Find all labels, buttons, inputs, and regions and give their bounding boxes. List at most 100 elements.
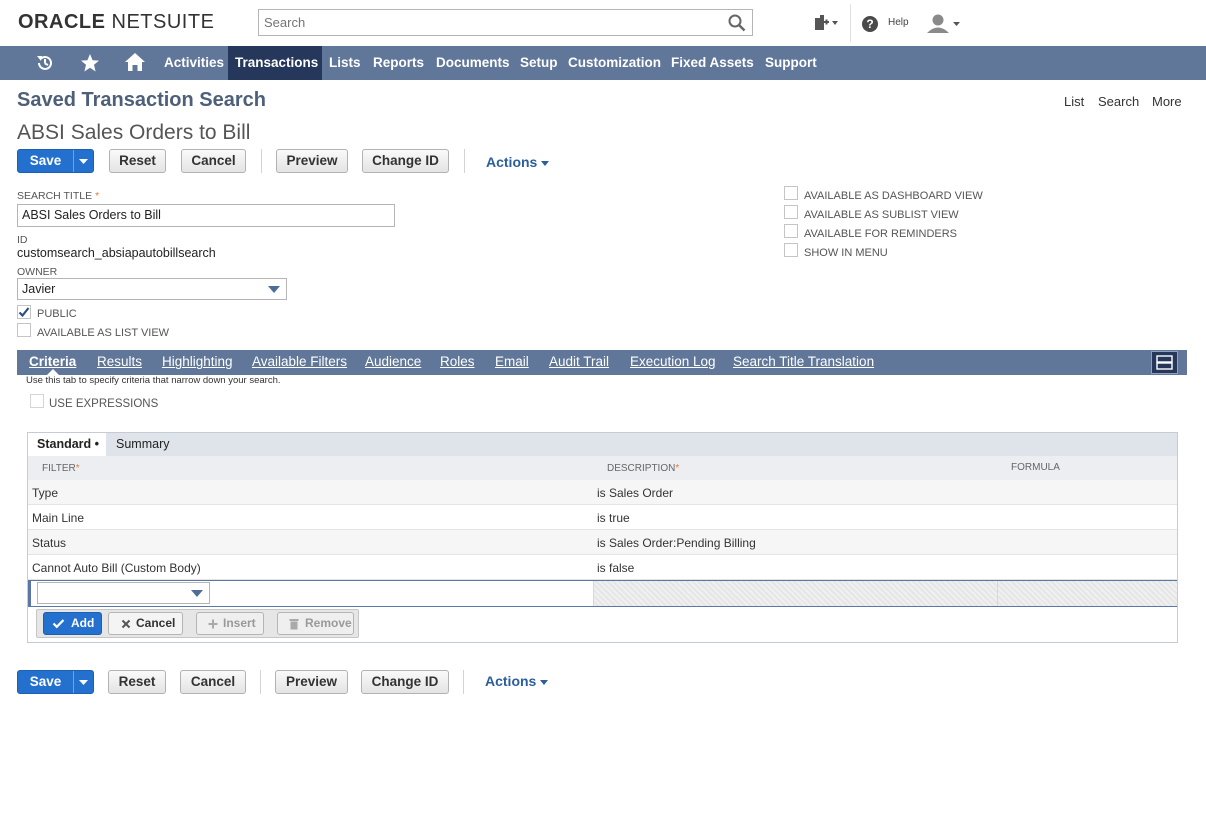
criteria-panel: Standard • Summary FILTER* DESCRIPTION* …: [27, 432, 1178, 643]
cancel-row-button[interactable]: Cancel: [108, 612, 183, 635]
chevron-down-icon: [268, 286, 280, 293]
nav-transactions[interactable]: Transactions: [228, 46, 322, 80]
link-search[interactable]: Search: [1098, 94, 1139, 109]
create-new-icon[interactable]: [813, 14, 839, 32]
tab-search-title-translation[interactable]: Search Title Translation: [733, 350, 874, 375]
description-cell: is Sales Order: [597, 486, 674, 500]
save-dropdown-arrow-icon[interactable]: [74, 671, 93, 693]
tab-audience[interactable]: Audience: [365, 350, 421, 375]
nav-customization[interactable]: Customization: [568, 46, 661, 80]
nav-lists[interactable]: Lists: [329, 46, 361, 80]
id-value: customsearch_absiapautobillsearch: [17, 246, 216, 260]
criteria-hint: Use this tab to specify criteria that na…: [26, 375, 281, 386]
filter-cell: Main Line: [32, 511, 85, 525]
save-button[interactable]: Save: [17, 149, 94, 173]
use-expressions-checkbox[interactable]: [30, 394, 44, 408]
global-search-input[interactable]: [259, 10, 719, 35]
nav-reports[interactable]: Reports: [373, 46, 424, 80]
list-view-checkbox[interactable]: [17, 323, 31, 337]
cancel-row-label: Cancel: [136, 616, 176, 630]
insert-row-label: Insert: [223, 616, 256, 630]
tab-standard[interactable]: Standard •: [28, 433, 106, 456]
button-divider: [464, 149, 465, 173]
column-description-label: DESCRIPTION: [607, 463, 676, 474]
help-icon[interactable]: ?: [861, 15, 879, 33]
close-icon: [121, 619, 131, 629]
remove-row-button[interactable]: Remove: [277, 612, 354, 635]
show-in-menu-label: SHOW IN MENU: [804, 247, 888, 259]
table-row[interactable]: Main Line is true: [28, 505, 1177, 530]
trash-icon: [289, 619, 299, 630]
filter-select[interactable]: [37, 582, 210, 604]
change-id-button[interactable]: Change ID: [362, 149, 449, 173]
nav-fixed-assets[interactable]: Fixed Assets: [671, 46, 754, 80]
search-title-label-text: SEARCH TITLE: [17, 190, 93, 202]
sublist-view-label: AVAILABLE AS SUBLIST VIEW: [804, 209, 959, 221]
table-row[interactable]: Status is Sales Order:Pending Billing: [28, 530, 1177, 555]
reminders-checkbox[interactable]: [784, 224, 798, 238]
change-id-button-bottom[interactable]: Change ID: [361, 670, 449, 694]
criteria-table-header: FILTER* DESCRIPTION* FORMULA: [28, 456, 1177, 480]
link-list[interactable]: List: [1064, 94, 1084, 109]
link-more[interactable]: More: [1152, 94, 1182, 109]
search-icon[interactable]: [728, 14, 746, 32]
filter-cell: Type: [32, 486, 59, 500]
show-in-menu-checkbox[interactable]: [784, 243, 798, 257]
preview-button-bottom[interactable]: Preview: [275, 670, 348, 694]
button-divider: [463, 670, 464, 694]
description-cell: is Sales Order:Pending Billing: [597, 536, 756, 550]
reset-button[interactable]: Reset: [109, 149, 166, 173]
main-navigation: Activities Transactions Lists Reports Do…: [0, 46, 1206, 80]
help-label[interactable]: Help: [888, 17, 909, 28]
preview-button[interactable]: Preview: [276, 149, 348, 173]
required-marker-icon: *: [675, 463, 680, 474]
public-checkbox[interactable]: [17, 305, 31, 319]
description-disabled-cell: [593, 581, 997, 606]
nav-setup[interactable]: Setup: [520, 46, 558, 80]
tab-roles[interactable]: Roles: [440, 350, 475, 375]
owner-label: OWNER: [17, 266, 58, 278]
save-button-label: Save: [29, 153, 62, 168]
table-row[interactable]: Type is Sales Order: [28, 480, 1177, 505]
actions-menu-bottom[interactable]: Actions: [485, 673, 549, 689]
save-button-bottom[interactable]: Save: [17, 670, 94, 694]
tab-execution-log[interactable]: Execution Log: [630, 350, 716, 375]
nav-support[interactable]: Support: [765, 46, 817, 80]
tab-available-filters[interactable]: Available Filters: [252, 350, 347, 375]
actions-menu[interactable]: Actions: [486, 154, 550, 170]
tab-email[interactable]: Email: [495, 350, 529, 375]
owner-select[interactable]: Javier: [17, 278, 287, 300]
list-view-label: AVAILABLE AS LIST VIEW: [37, 327, 170, 339]
logo-text-oracle: ORACLE: [18, 11, 106, 33]
formula-disabled-cell: [997, 581, 1177, 606]
nav-documents[interactable]: Documents: [436, 46, 510, 80]
tab-results[interactable]: Results: [97, 350, 142, 375]
sublist-view-checkbox[interactable]: [784, 205, 798, 219]
cancel-button-bottom[interactable]: Cancel: [180, 670, 246, 694]
nav-activities[interactable]: Activities: [156, 46, 232, 80]
criteria-row-buttons: Add Cancel Insert Remove: [36, 609, 359, 638]
tab-summary[interactable]: Summary: [116, 433, 169, 456]
use-expressions-label: USE EXPRESSIONS: [49, 398, 159, 410]
recent-records-icon[interactable]: [35, 53, 55, 73]
cancel-button[interactable]: Cancel: [181, 149, 246, 173]
edit-row-marker: [28, 581, 31, 606]
home-icon[interactable]: [124, 52, 146, 72]
reminders-label: AVAILABLE FOR REMINDERS: [804, 228, 958, 240]
description-cell: is true: [597, 511, 630, 525]
tab-view-toggle[interactable]: [1151, 351, 1178, 374]
add-row-button[interactable]: Add: [43, 612, 102, 635]
tab-audit-trail[interactable]: Audit Trail: [549, 350, 609, 375]
insert-row-button[interactable]: Insert: [196, 612, 264, 635]
table-row[interactable]: Cannot Auto Bill (Custom Body) is false: [28, 555, 1177, 580]
dashboard-view-checkbox[interactable]: [784, 186, 798, 200]
reset-button-bottom[interactable]: Reset: [108, 670, 166, 694]
save-dropdown-arrow-icon[interactable]: [74, 150, 93, 172]
column-filter: FILTER*: [42, 463, 80, 474]
favorites-star-icon[interactable]: [80, 53, 100, 73]
netsuite-logo[interactable]: ORACLE NETSUITE: [18, 11, 214, 34]
user-avatar-icon[interactable]: [925, 13, 963, 35]
search-title-input[interactable]: ABSI Sales Orders to Bill: [17, 204, 395, 227]
record-title: ABSI Sales Orders to Bill: [17, 121, 251, 144]
tab-highlighting[interactable]: Highlighting: [162, 350, 233, 375]
